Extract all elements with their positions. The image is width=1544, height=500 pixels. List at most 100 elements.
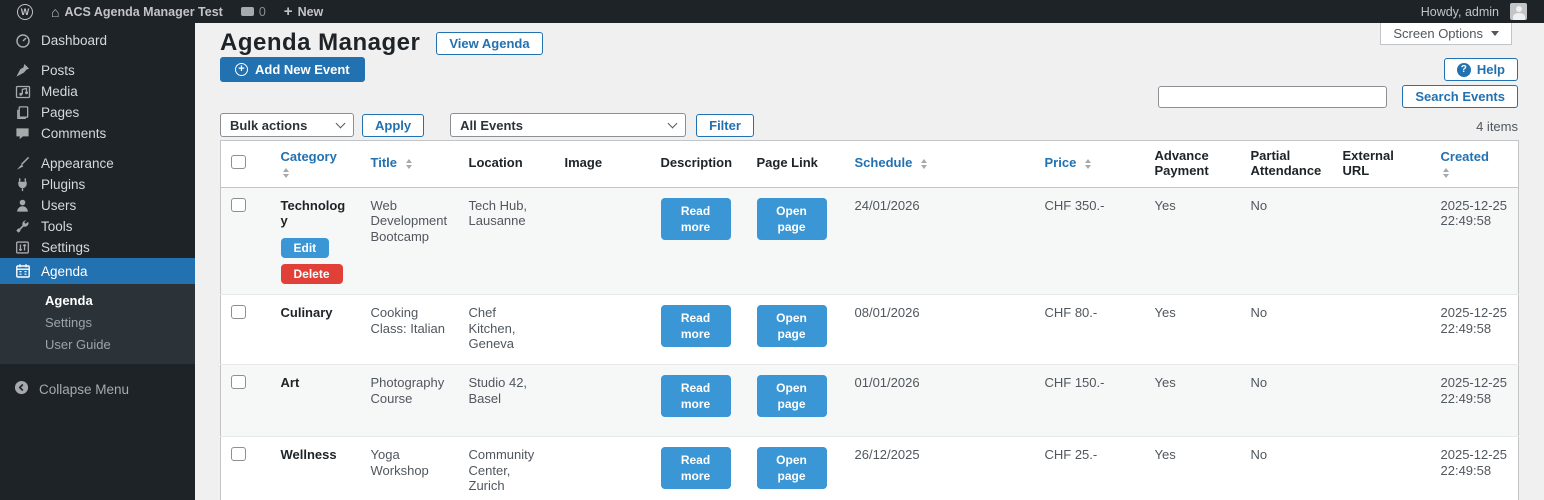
sort-icon [282,167,351,178]
advance-payment-cell: Yes [1154,375,1176,391]
schedule-cell: 01/01/2026 [854,375,920,391]
filter-button[interactable]: Filter [696,113,754,137]
open-page-button[interactable]: Open page [756,447,827,490]
title-cell: Web Development Bootcamp [370,197,448,245]
sidebar-label: Appearance [41,156,114,171]
comments-count: 0 [258,4,266,19]
dashboard-icon [14,32,31,49]
image-cell [555,437,651,500]
sidebar-item-pages[interactable]: Pages [0,102,195,123]
sort-icon [405,159,412,170]
location-cell: Chef Kitchen, Geneva [468,305,516,352]
column-header-page-link: Page Link [746,140,845,188]
edit-button[interactable]: Edit [280,238,330,259]
howdy-account-link[interactable]: Howdy, admin [1412,0,1536,23]
sidebar-item-plugins[interactable]: Plugins [0,174,195,195]
agenda-submenu: Agenda Settings User Guide [0,284,195,364]
schedule-cell: 08/01/2026 [854,305,920,321]
created-cell: 2025-12-25 22:49:58 [1440,197,1508,229]
open-page-button[interactable]: Open page [756,305,827,348]
price-cell: CHF 150.- [1044,375,1105,391]
advance-payment-cell: Yes [1154,197,1176,213]
submenu-item-settings[interactable]: Settings [0,312,195,334]
new-content-menu[interactable]: + New [275,0,332,23]
submenu-item-agenda[interactable]: Agenda [0,290,195,312]
read-more-button[interactable]: Read more [660,447,731,490]
plug-icon [14,176,31,193]
sidebar-item-users[interactable]: Users [0,195,195,216]
column-header-image: Image [554,140,651,188]
location-cell: Studio 42, Basel [468,375,528,406]
created-cell: 2025-12-25 22:49:58 [1440,375,1508,406]
column-header-category[interactable]: Category [270,140,361,188]
comments-link[interactable]: 0 [232,0,275,23]
screen-options-tab[interactable]: Screen Options [1380,23,1512,45]
price-cell: CHF 80.- [1044,305,1098,321]
events-filter-select[interactable]: All Events [450,113,687,137]
apply-button[interactable]: Apply [362,113,425,137]
open-page-button[interactable]: Open page [756,197,827,241]
sidebar-item-comments[interactable]: Comments [0,123,195,144]
column-header-schedule[interactable]: Schedule [844,140,1035,188]
bulk-actions-value: Bulk actions [230,117,308,133]
created-cell: 2025-12-25 22:49:58 [1440,447,1508,478]
row-checkbox[interactable] [231,197,246,212]
row-checkbox[interactable] [231,375,246,390]
created-cell: 2025-12-25 22:49:58 [1440,305,1508,336]
comment-icon [14,125,31,142]
title-cell: Yoga Workshop [370,447,429,478]
column-header-price[interactable]: Price [1034,140,1145,188]
wordpress-menu[interactable]: W [8,0,42,23]
category-cell: Art [280,375,300,391]
sidebar-item-appearance[interactable]: Appearance [0,153,195,174]
image-cell [555,365,651,437]
column-header-title[interactable]: Title [360,140,459,188]
sidebar-item-media[interactable]: Media [0,81,195,102]
sidebar-item-dashboard[interactable]: Dashboard [0,30,195,51]
delete-button[interactable]: Delete [280,264,343,285]
table-row: Technology Edit Delete Web Development B… [220,187,1519,295]
open-page-button[interactable]: Open page [756,375,827,418]
view-agenda-button[interactable]: View Agenda [436,31,543,55]
price-cell: CHF 350.- [1044,197,1105,213]
help-button[interactable]: ? Help [1443,58,1518,81]
row-checkbox[interactable] [231,447,246,462]
column-header-partial-attendance: Partial Attendance [1240,140,1333,188]
table-row: Art Photography Course Studio 42, Basel … [220,364,1519,437]
search-input[interactable] [1158,86,1387,108]
location-cell: Community Center, Zurich [468,447,535,494]
add-new-event-button[interactable]: + Add New Event [220,57,365,82]
admin-sidebar: Dashboard Posts Media Pages Comments App… [0,23,195,500]
sidebar-label: Posts [41,63,75,78]
sidebar-item-posts[interactable]: Posts [0,60,195,81]
chevron-down-icon [335,118,346,129]
external-url-cell [1333,187,1431,294]
site-name: ACS Agenda Manager Test [64,4,223,19]
title-cell: Photography Course [370,375,445,406]
select-all-checkbox[interactable] [231,154,246,169]
sidebar-label: Comments [41,126,107,141]
sidebar-item-agenda[interactable]: Agenda [0,258,195,284]
column-header-created[interactable]: Created [1430,140,1519,188]
column-header-description: Description [650,140,747,188]
search-events-button[interactable]: Search Events [1402,85,1518,108]
sidebar-item-settings[interactable]: Settings [0,237,195,258]
read-more-button[interactable]: Read more [660,375,731,418]
bulk-actions-select[interactable]: Bulk actions [220,113,354,137]
sidebar-item-tools[interactable]: Tools [0,216,195,237]
read-more-button[interactable]: Read more [660,305,731,348]
sidebar-label: Users [41,198,77,213]
site-name-link[interactable]: ⌂ ACS Agenda Manager Test [42,0,232,23]
column-header-location: Location [458,140,555,188]
user-icon [14,197,31,214]
external-url-cell [1333,365,1431,437]
schedule-cell: 24/01/2026 [854,197,920,213]
row-checkbox[interactable] [231,305,246,320]
submenu-item-user-guide[interactable]: User Guide [0,334,195,356]
brush-icon [14,155,31,172]
collapse-menu-button[interactable]: Collapse Menu [0,374,195,404]
read-more-button[interactable]: Read more [660,197,731,241]
category-cell: Wellness [280,447,337,463]
wrench-icon [14,218,31,235]
collapse-arrow-icon [14,380,29,398]
